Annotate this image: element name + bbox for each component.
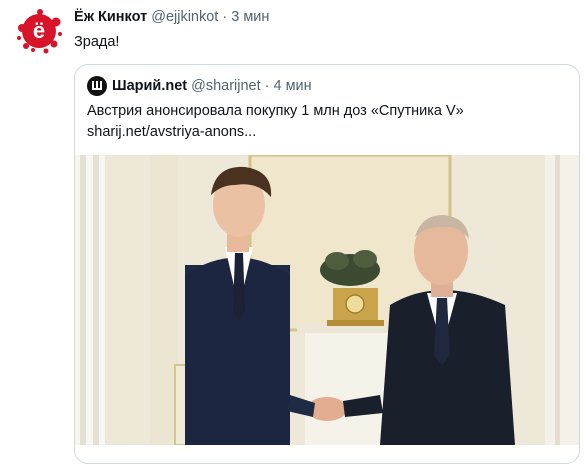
author-avatar[interactable]: ё bbox=[16, 8, 62, 54]
quoted-link[interactable]: sharij.net/avstriya-anons... bbox=[87, 122, 567, 143]
tweet-header: Ёж Кинкот @ejjkinkot · 3 мин bbox=[74, 9, 269, 25]
tweet-timestamp[interactable]: 3 мин bbox=[231, 9, 269, 25]
tweet-text: Зрада! bbox=[74, 34, 120, 50]
quoted-headline: Австрия анонсировала покупку 1 млн доз «… bbox=[87, 103, 464, 119]
avatar-letter: ё bbox=[33, 18, 45, 43]
quoted-author-handle[interactable]: @sharijnet bbox=[191, 78, 261, 94]
quoted-author-avatar[interactable] bbox=[87, 76, 107, 96]
quoted-tweet[interactable]: Шарий.net @sharijnet · 4 мин Австрия ано… bbox=[74, 64, 580, 464]
quoted-tweet-timestamp[interactable]: 4 мин bbox=[273, 78, 311, 94]
quoted-author-name[interactable]: Шарий.net bbox=[112, 78, 187, 94]
quoted-tweet-header: Шарий.net @sharijnet · 4 мин bbox=[87, 76, 312, 96]
author-handle[interactable]: @ejjkinkot bbox=[151, 9, 218, 25]
separator-dot: · bbox=[264, 78, 270, 94]
separator-dot: · bbox=[222, 9, 228, 25]
quoted-tweet-text: Австрия анонсировала покупку 1 млн доз «… bbox=[87, 101, 567, 143]
author-name[interactable]: Ёж Кинкот bbox=[74, 9, 147, 25]
quoted-tweet-photo[interactable] bbox=[75, 155, 580, 445]
